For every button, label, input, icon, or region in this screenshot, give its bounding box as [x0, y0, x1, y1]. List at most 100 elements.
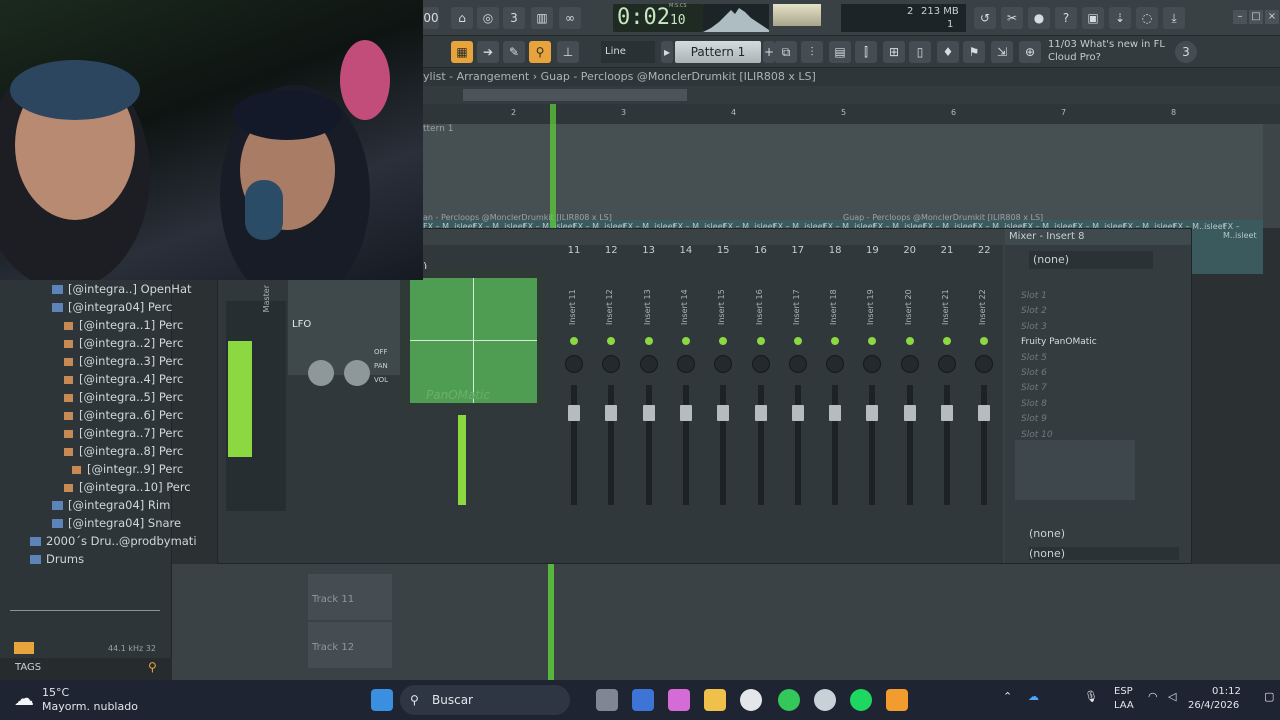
- strip-name[interactable]: Insert 20: [904, 273, 913, 325]
- taskbar-search[interactable]: ⚲ Buscar: [400, 685, 570, 715]
- news-panel[interactable]: 11/03 What's new in FL Cloud Pro?: [1048, 38, 1188, 66]
- pattern-add-icon[interactable]: +: [763, 41, 775, 63]
- mic-icon[interactable]: ●: [1028, 7, 1050, 29]
- strip-fader-cap[interactable]: [978, 405, 991, 421]
- playlist-icon[interactable]: ▦: [451, 41, 473, 63]
- effect-slot[interactable]: Slot 9: [1011, 412, 1181, 427]
- browser-item[interactable]: [@integra..3] Perc: [64, 352, 183, 370]
- minimize-icon[interactable]: –: [1233, 10, 1247, 24]
- plugin-icon[interactable]: ♦: [937, 41, 959, 63]
- effect-slot[interactable]: Slot 3: [1011, 320, 1181, 335]
- strip-fader-track[interactable]: [832, 385, 839, 505]
- explorer-icon[interactable]: [704, 689, 726, 711]
- strip-enable-led[interactable]: [756, 337, 765, 345]
- strip-fader-track[interactable]: [682, 385, 689, 505]
- strip-fader-track[interactable]: [757, 385, 764, 505]
- browser-item[interactable]: [@integra04] Rim: [52, 496, 170, 514]
- effect-slot[interactable]: Slot 8: [1011, 397, 1181, 412]
- amt-knob[interactable]: [308, 360, 334, 386]
- clock-time[interactable]: 01:12: [1212, 686, 1241, 697]
- strip-name[interactable]: Insert 19: [866, 273, 875, 325]
- strip-enable-led[interactable]: [980, 337, 989, 345]
- pan-pad[interactable]: PanOMatic: [410, 278, 537, 403]
- browser-item[interactable]: [@integra04] Snare: [52, 514, 181, 532]
- lang-bottom[interactable]: LAA: [1114, 700, 1134, 711]
- browser-item[interactable]: [@integra..] OpenHat: [52, 280, 192, 298]
- strip-pan-knob[interactable]: [602, 355, 621, 373]
- track-header[interactable]: Track 12: [308, 622, 392, 668]
- track-header[interactable]: Track 11: [308, 574, 392, 620]
- strip-fader-track[interactable]: [944, 385, 950, 505]
- scroll-thumb[interactable]: [463, 89, 687, 101]
- play-sample-icon[interactable]: [14, 642, 34, 654]
- strip-name[interactable]: Insert 17: [792, 273, 801, 325]
- step-edit-icon[interactable]: ▥: [531, 7, 553, 29]
- browser-item[interactable]: [@integra..7] Perc: [64, 424, 183, 442]
- browser-item[interactable]: [@integr..9] Perc: [72, 460, 183, 478]
- strip-fader-track[interactable]: [645, 385, 652, 505]
- insert-8-fader[interactable]: [458, 415, 466, 505]
- pattern-prev-icon[interactable]: ▸: [661, 41, 673, 63]
- playlist-track[interactable]: ttern 1 FX – M..isleet FX – M..isleet FX –…: [423, 124, 1263, 274]
- strip-enable-led[interactable]: [719, 337, 728, 345]
- strip-fader-track[interactable]: [571, 385, 577, 505]
- strip-name[interactable]: Insert 21: [941, 273, 950, 325]
- strip-fader-track[interactable]: [869, 385, 876, 505]
- output-preset[interactable]: (none): [1029, 547, 1179, 560]
- lfo-option[interactable]: OFF: [374, 345, 388, 359]
- strip-name[interactable]: Insert 16: [755, 273, 764, 325]
- pointer-icon[interactable]: ➔: [477, 41, 499, 63]
- strip-name[interactable]: Insert 15: [717, 273, 726, 325]
- browser-item[interactable]: [@integra..8] Perc: [64, 442, 183, 460]
- whatsapp-icon[interactable]: [778, 689, 800, 711]
- strip-fader-track[interactable]: [906, 385, 913, 505]
- countdown-icon[interactable]: 3: [503, 7, 525, 29]
- tools-icon[interactable]: ⚑: [963, 41, 985, 63]
- browser-item[interactable]: [@integra..2] Perc: [64, 334, 183, 352]
- effect-slot[interactable]: Slot 1: [1011, 289, 1181, 304]
- eq-preset[interactable]: (none): [1029, 527, 1065, 540]
- playhead-lower[interactable]: [548, 564, 554, 680]
- record-icon[interactable]: ◎: [477, 7, 499, 29]
- strip-pan-knob[interactable]: [826, 355, 845, 373]
- spd-knob[interactable]: [344, 360, 370, 386]
- weather-temp[interactable]: 15°C: [42, 686, 69, 699]
- strip-fader-track[interactable]: [981, 385, 988, 505]
- strip-fader-cap[interactable]: [717, 405, 730, 421]
- master-volume-meter[interactable]: [773, 4, 821, 26]
- eq-graph[interactable]: [1015, 440, 1135, 500]
- effect-slot[interactable]: Fruity PanOMatic: [1011, 335, 1181, 350]
- snap-select[interactable]: Line: [601, 41, 655, 63]
- browser-item[interactable]: [@integra04] Perc: [52, 298, 172, 316]
- strip-fader-track[interactable]: [608, 385, 615, 505]
- effect-slot[interactable]: Slot 5: [1011, 351, 1181, 366]
- strip-fader-cap[interactable]: [791, 405, 804, 421]
- lang-top[interactable]: ESP: [1114, 686, 1133, 697]
- volume-icon[interactable]: ◁: [1168, 690, 1176, 703]
- strip-fader-cap[interactable]: [903, 405, 916, 421]
- piano-roll-icon[interactable]: ▤: [829, 41, 851, 63]
- clock-date[interactable]: 26/4/2026: [1188, 700, 1239, 711]
- preset-select[interactable]: (none): [1029, 251, 1153, 269]
- strip-pan-knob[interactable]: [938, 355, 956, 373]
- strip-name[interactable]: Insert 12: [605, 273, 614, 325]
- browser-item[interactable]: [@integra..6] Perc: [64, 406, 183, 424]
- fl-studio-icon[interactable]: [886, 689, 908, 711]
- cut-icon[interactable]: ✂: [1001, 7, 1023, 29]
- strip-fader-track[interactable]: [794, 385, 801, 505]
- tray-chevron-icon[interactable]: ⌃: [1003, 690, 1012, 703]
- browser-item[interactable]: Drums: [30, 550, 84, 568]
- loop-record-icon[interactable]: ∞: [559, 7, 581, 29]
- mixer-icon[interactable]: ⫿: [855, 41, 877, 63]
- browser-item[interactable]: 2000´s Dru..@prodbymati: [30, 532, 197, 550]
- playlist-scrollbar[interactable]: [423, 86, 1280, 104]
- onedrive-icon[interactable]: ☁: [1028, 690, 1039, 703]
- strip-enable-led[interactable]: [868, 337, 877, 345]
- strip-fader-cap[interactable]: [642, 405, 655, 421]
- lfo-option[interactable]: PAN: [374, 359, 388, 373]
- render-icon[interactable]: ⇣: [1109, 7, 1131, 29]
- chat-icon[interactable]: ◌: [1136, 7, 1158, 29]
- effect-slot[interactable]: Slot 6: [1011, 366, 1181, 381]
- strip-pan-knob[interactable]: [900, 355, 919, 373]
- strip-fader-cap[interactable]: [866, 405, 879, 421]
